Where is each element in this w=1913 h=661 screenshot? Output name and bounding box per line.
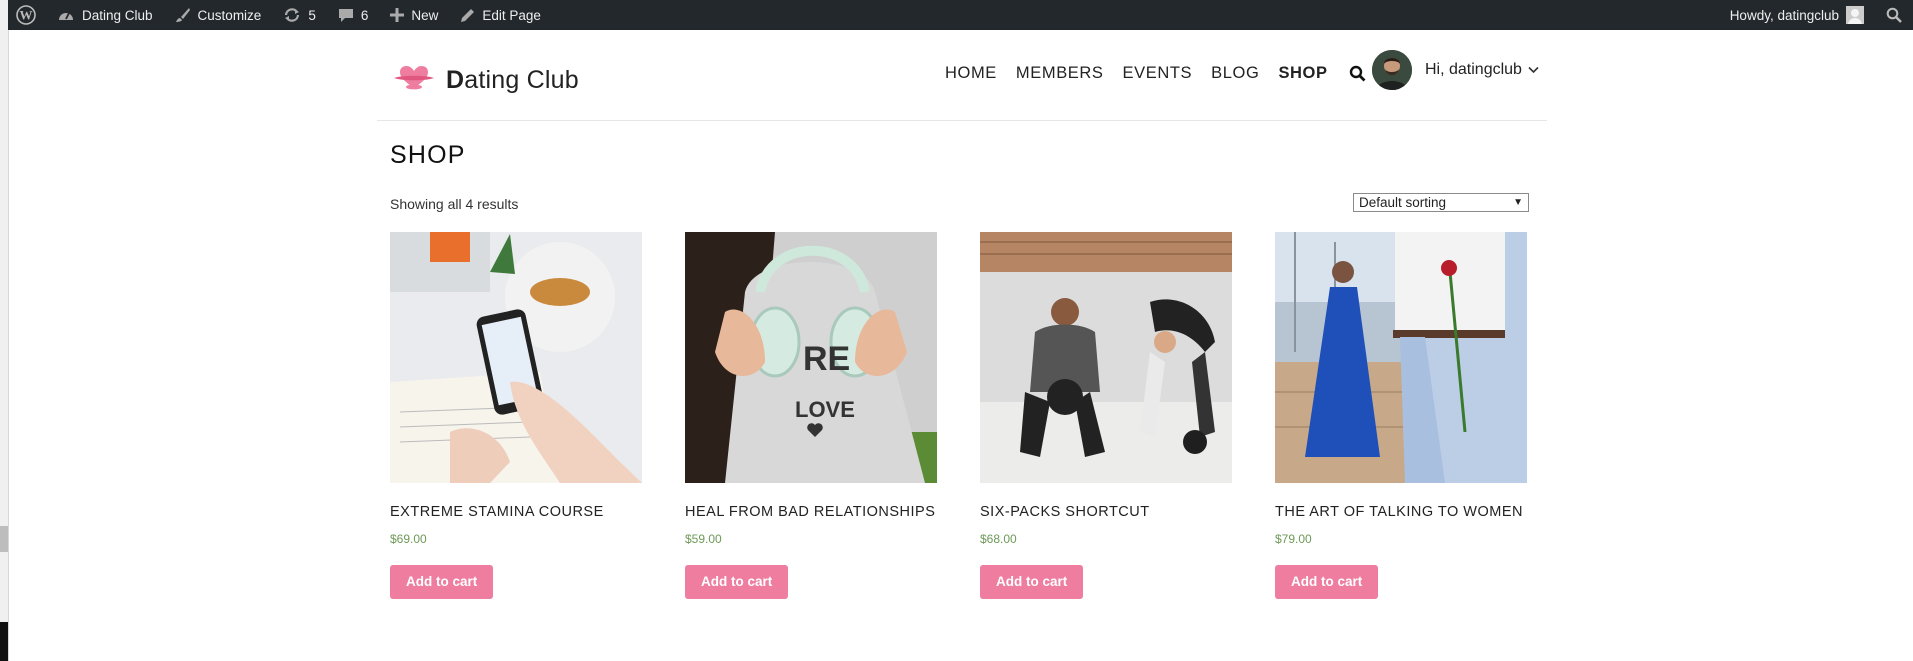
pencil-icon: [460, 8, 475, 23]
edit-page-menu[interactable]: Edit Page: [449, 0, 552, 30]
customize-menu[interactable]: Customize: [164, 0, 273, 30]
product-price: $69.00: [390, 532, 427, 546]
add-to-cart-button[interactable]: Add to cart: [390, 565, 494, 599]
result-count: Showing all 4 results: [390, 196, 519, 212]
product-card: SIX-PACKS SHORTCUT $68.00 Add to cart: [980, 232, 1232, 599]
nav-events[interactable]: EVENTS: [1123, 64, 1193, 83]
product-title[interactable]: EXTREME STAMINA COURSE: [390, 504, 642, 520]
svg-text:LOVE: LOVE: [795, 397, 855, 422]
updates-menu[interactable]: 5: [272, 0, 327, 30]
avatar: [1372, 50, 1412, 90]
product-card: THE ART OF TALKING TO WOMEN $79.00 Add t…: [1275, 232, 1527, 599]
add-to-cart-button[interactable]: Add to cart: [685, 565, 789, 599]
svg-text:W: W: [20, 8, 33, 23]
add-to-cart-button[interactable]: Add to cart: [1275, 565, 1379, 599]
product-title[interactable]: SIX-PACKS SHORTCUT: [980, 504, 1232, 520]
logo-initial: D: [446, 66, 465, 94]
customize-label: Customize: [197, 7, 262, 23]
plus-icon: [390, 8, 405, 22]
window-edge-dark: [0, 622, 8, 661]
my-account-menu[interactable]: Howdy, datingclub: [1719, 0, 1875, 30]
site-header: Dating Club HOME MEMBERS EVENTS BLOG SHO…: [377, 30, 1547, 121]
edit-page-label: Edit Page: [482, 7, 541, 23]
nav-shop[interactable]: SHOP: [1278, 64, 1327, 83]
admin-bar: W Dating Club Customize 5 6 New Edit Pag…: [8, 0, 1913, 30]
heart-logo-icon: [392, 64, 436, 97]
user-menu[interactable]: Hi, datingclub: [1372, 50, 1539, 90]
adminbar-search[interactable]: [1875, 0, 1913, 30]
user-greeting[interactable]: Hi, datingclub: [1425, 61, 1539, 79]
sorting-select[interactable]: Default sorting ▼: [1353, 193, 1529, 212]
comments-count: 6: [360, 7, 369, 23]
product-image-gym[interactable]: [980, 232, 1232, 483]
refresh-icon: [283, 7, 301, 23]
product-price: $79.00: [1275, 532, 1312, 546]
dashboard-icon: [57, 7, 75, 23]
new-label: New: [411, 7, 439, 23]
product-image-headphones[interactable]: RE LOVE: [685, 232, 937, 483]
product-card: RE LOVE HEAL FROM BAD RELATIONSHIPS $59.…: [685, 232, 937, 599]
window-left-edge: [0, 0, 9, 661]
avatar-icon: [1846, 6, 1864, 24]
product-price: $59.00: [685, 532, 722, 546]
wordpress-icon: W: [16, 5, 36, 25]
updates-count: 5: [308, 7, 316, 23]
brush-icon: [175, 7, 191, 23]
product-title[interactable]: THE ART OF TALKING TO WOMEN: [1275, 504, 1527, 520]
greeting-text: Hi, datingclub: [1425, 61, 1522, 78]
search-icon: [1886, 7, 1902, 23]
product-image-phone-book[interactable]: [390, 232, 642, 483]
product-price: $68.00: [980, 532, 1017, 546]
page-title: SHOP: [390, 141, 466, 169]
site-name-label: Dating Club: [82, 7, 153, 23]
site-name-menu[interactable]: Dating Club: [46, 0, 164, 30]
svg-text:RE: RE: [803, 340, 850, 378]
product-image-couple-rose[interactable]: [1275, 232, 1527, 483]
site-title: Dating Club: [446, 66, 579, 95]
add-to-cart-button[interactable]: Add to cart: [980, 565, 1084, 599]
dropdown-arrow-icon: ▼: [1513, 197, 1523, 208]
wordpress-menu[interactable]: W: [8, 0, 46, 30]
logo-rest: ating Club: [464, 66, 579, 94]
new-content-menu[interactable]: New: [379, 0, 449, 30]
site-logo[interactable]: Dating Club: [392, 64, 579, 97]
product-title[interactable]: HEAL FROM BAD RELATIONSHIPS: [685, 504, 937, 520]
primary-nav: HOME MEMBERS EVENTS BLOG SHOP: [945, 64, 1366, 83]
sorting-value: Default sorting: [1359, 195, 1447, 210]
scroll-knob[interactable]: [0, 526, 8, 552]
comment-icon: [338, 7, 354, 23]
nav-members[interactable]: MEMBERS: [1016, 64, 1104, 83]
search-icon[interactable]: [1349, 65, 1366, 82]
chevron-down-icon: [1528, 61, 1539, 79]
nav-home[interactable]: HOME: [945, 64, 997, 83]
product-card: EXTREME STAMINA COURSE $69.00 Add to car…: [390, 232, 642, 599]
comments-menu[interactable]: 6: [327, 0, 380, 30]
howdy-label: Howdy, datingclub: [1729, 7, 1839, 23]
nav-blog[interactable]: BLOG: [1211, 64, 1259, 83]
